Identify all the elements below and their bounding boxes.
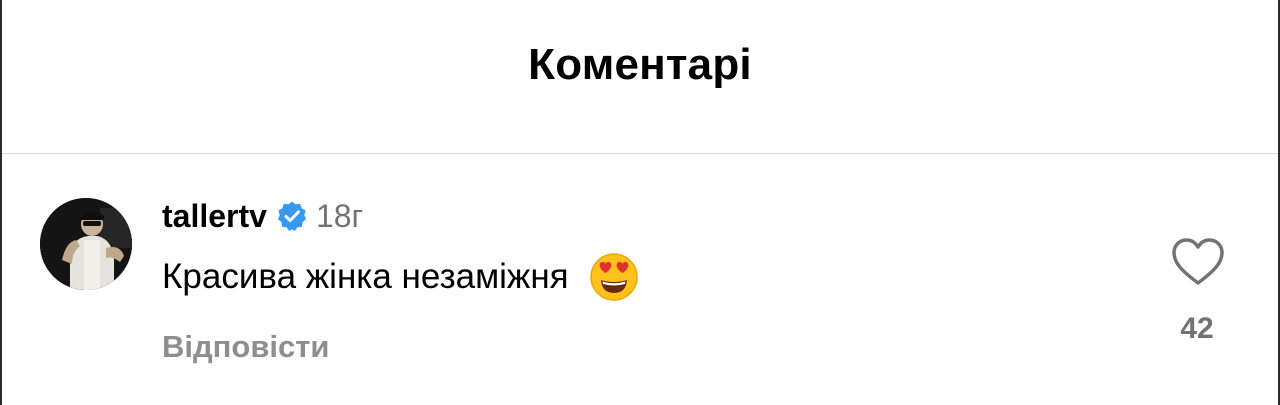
comments-sheet: Коментарі tallertv 18г Красива жінка нез… — [0, 0, 1280, 405]
reply-button[interactable]: Відповісти — [162, 329, 330, 365]
verified-badge-icon — [276, 200, 308, 232]
avatar-image — [40, 198, 132, 290]
comment-time: 18г — [315, 197, 364, 234]
comment-body: Красива жінка незаміжня — [162, 252, 639, 302]
comment-item: tallertv 18г Красива жінка незаміжня Від… — [2, 154, 1278, 405]
like-button[interactable] — [1170, 236, 1226, 288]
comments-header: Коментарі — [2, 0, 1278, 154]
heart-eyes-emoji-icon — [589, 252, 639, 302]
comment-meta: tallertv 18г — [162, 196, 363, 236]
comment-text: Красива жінка незаміжня — [162, 257, 569, 296]
username[interactable]: tallertv — [162, 198, 267, 235]
avatar[interactable] — [40, 198, 132, 290]
page-title: Коментарі — [528, 40, 752, 89]
like-count: 42 — [1180, 312, 1214, 345]
heart-icon — [1172, 238, 1224, 285]
